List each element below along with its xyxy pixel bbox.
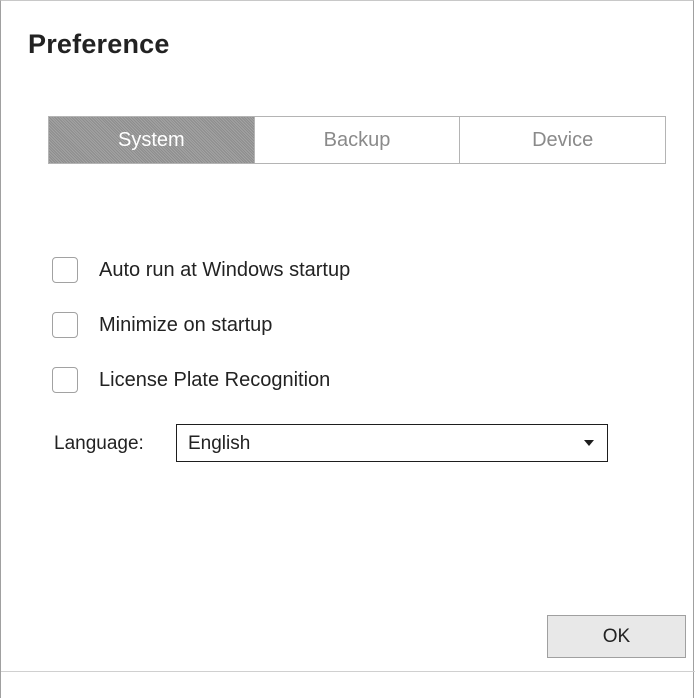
minimize-checkbox[interactable]	[52, 312, 78, 338]
tab-backup[interactable]: Backup	[253, 117, 460, 163]
ok-button[interactable]: OK	[547, 615, 686, 658]
license-plate-checkbox[interactable]	[52, 367, 78, 393]
tab-system[interactable]: System	[49, 117, 254, 163]
minimize-label: Minimize on startup	[99, 313, 273, 336]
option-auto-run[interactable]: Auto run at Windows startup	[52, 257, 350, 283]
license-plate-label: License Plate Recognition	[99, 368, 331, 391]
preference-dialog: Preference System Backup Device Auto run…	[0, 0, 695, 698]
dialog-title: Preference	[28, 29, 170, 59]
tab-bar: System Backup Device	[48, 116, 666, 164]
language-value: English	[188, 433, 251, 454]
option-minimize[interactable]: Minimize on startup	[52, 312, 272, 338]
tab-device[interactable]: Device	[459, 117, 666, 163]
language-label: Language:	[54, 433, 144, 454]
language-select[interactable]: English	[176, 424, 608, 462]
option-license-plate[interactable]: License Plate Recognition	[52, 367, 330, 393]
auto-run-label: Auto run at Windows startup	[99, 258, 351, 281]
footer-divider	[1, 671, 695, 672]
dropdown-arrow-icon	[584, 440, 594, 446]
auto-run-checkbox[interactable]	[52, 257, 78, 283]
